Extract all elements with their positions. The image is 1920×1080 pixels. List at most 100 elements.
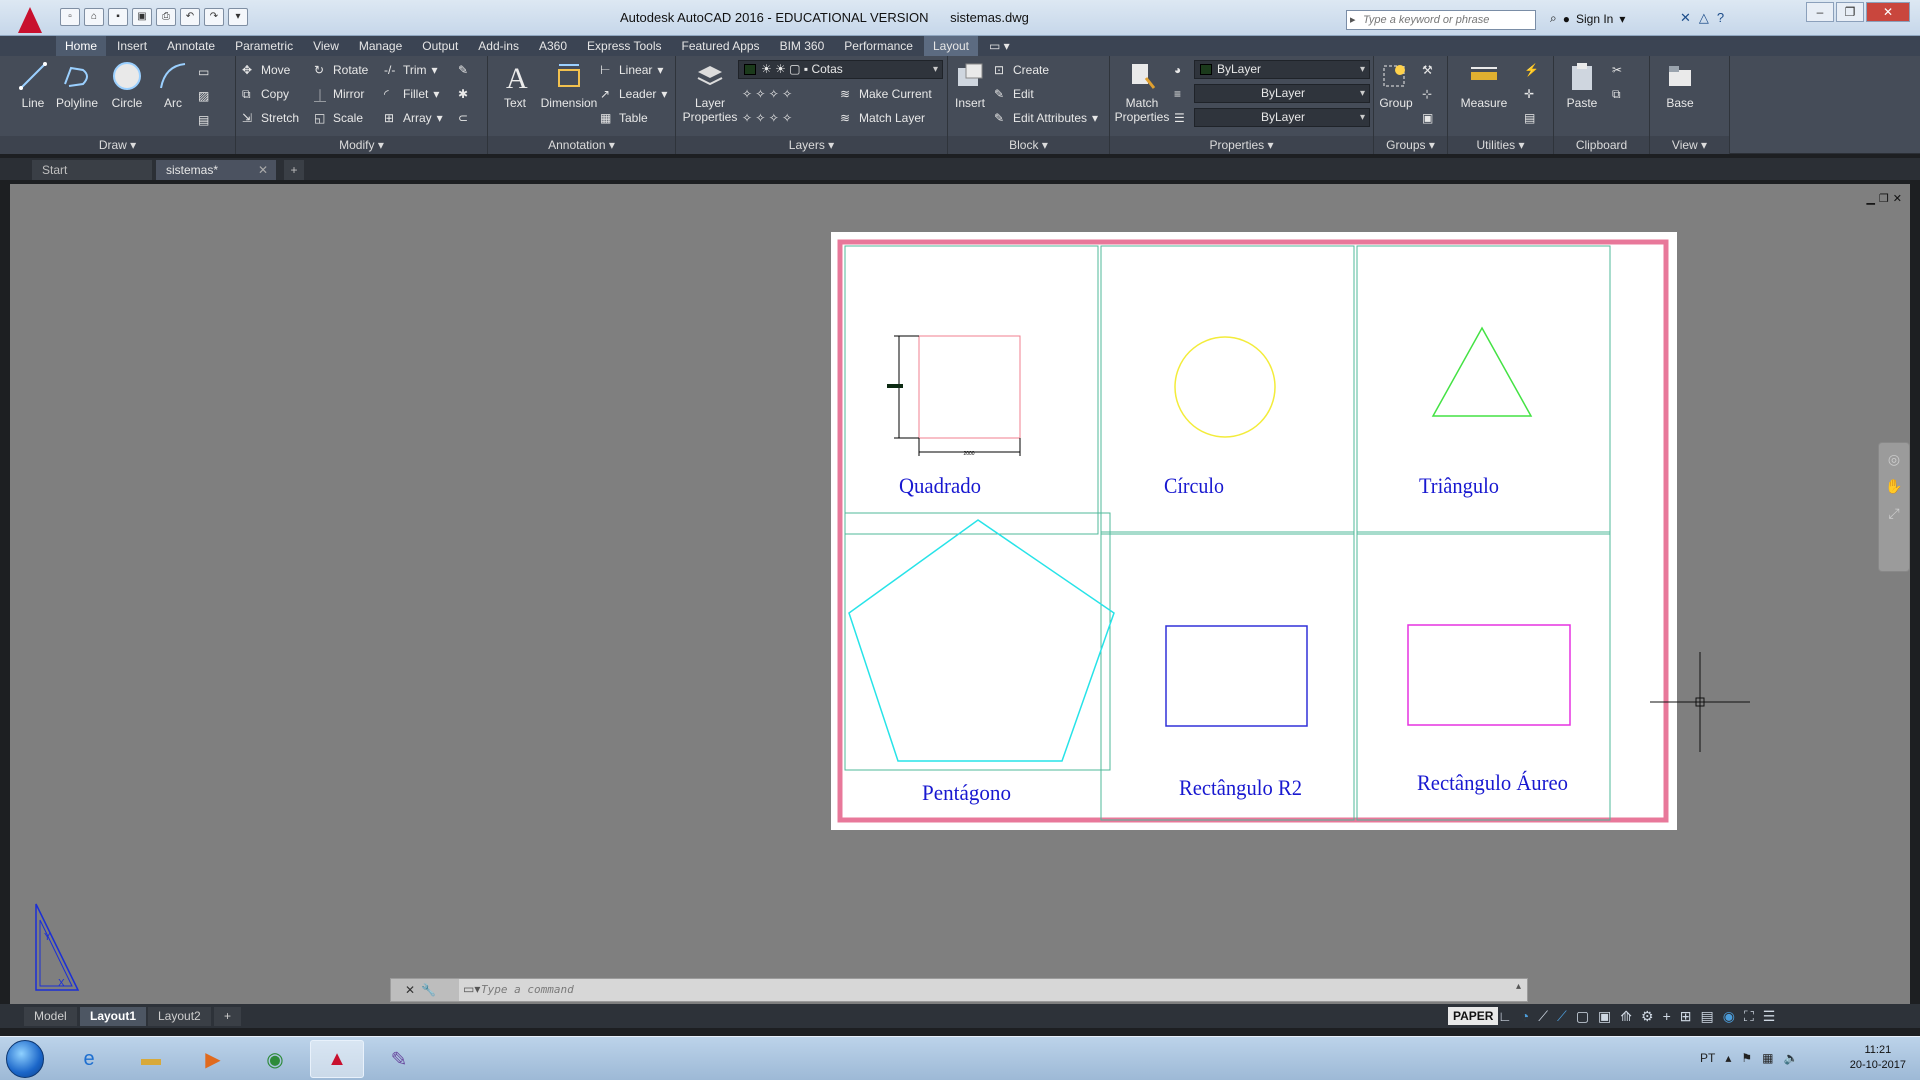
media-player-icon[interactable]: ▶: [186, 1040, 240, 1078]
table-button[interactable]: ▦ Table: [600, 108, 648, 128]
tab-parametric[interactable]: Parametric: [226, 36, 302, 56]
hardware-acceleration-icon[interactable]: ◉: [1723, 1008, 1735, 1025]
quick-properties-icon[interactable]: ▤: [1701, 1008, 1714, 1025]
command-history-icon[interactable]: ▴: [1516, 981, 1521, 992]
tab-view[interactable]: View: [304, 36, 348, 56]
group-select-tool[interactable]: ▣: [1422, 108, 1433, 128]
close-command-line-icon[interactable]: ✕: [405, 983, 415, 997]
customize-command-line-icon[interactable]: 🔧: [421, 983, 436, 997]
tab-annotate[interactable]: Annotate: [158, 36, 224, 56]
properties-panel-title[interactable]: Properties ▾: [1110, 136, 1373, 154]
clean-screen-icon[interactable]: ⛶: [1744, 1008, 1754, 1025]
save-icon[interactable]: ▪: [108, 8, 128, 26]
calculator-tool[interactable]: ▤: [1524, 108, 1535, 128]
rotate-button[interactable]: ↻ Rotate: [314, 60, 368, 80]
modify-panel-title[interactable]: Modify ▾: [236, 136, 487, 154]
customization-menu-icon[interactable]: ☰: [1763, 1008, 1776, 1025]
workspace-switch-icon[interactable]: ⚙: [1641, 1008, 1654, 1025]
mirror-button[interactable]: ⏊ Mirror: [314, 84, 364, 104]
layers-panel-title[interactable]: Layers ▾: [676, 136, 947, 154]
create-block-button[interactable]: ⊡ Create: [994, 60, 1049, 80]
edit-attributes-button[interactable]: ✎ Edit Attributes ▾: [994, 108, 1098, 128]
linetype-icon[interactable]: ≡: [1174, 84, 1181, 104]
ortho-icon[interactable]: ∟: [1498, 1008, 1512, 1025]
start-button[interactable]: [6, 1040, 44, 1078]
color-dropdown[interactable]: ByLayer: [1194, 60, 1370, 79]
viewport-close-icon[interactable]: ✕: [1893, 192, 1902, 205]
id-point-tool[interactable]: ✛: [1524, 84, 1534, 104]
offset-tool[interactable]: ⊂: [458, 108, 468, 128]
lineweight-icon[interactable]: ☰: [1174, 108, 1185, 128]
fillet-button[interactable]: ◜ Fillet ▾: [384, 84, 439, 104]
paste-button[interactable]: Paste: [1558, 60, 1606, 110]
measure-button[interactable]: Measure: [1452, 60, 1516, 110]
explode-tool[interactable]: ✱: [458, 84, 468, 104]
layer-tools-row-1[interactable]: ✧ ✧ ✧ ✧: [742, 84, 792, 104]
tab-home[interactable]: Home: [56, 36, 107, 56]
arc-button[interactable]: Arc: [146, 60, 200, 110]
lineweight-dropdown[interactable]: ByLayer: [1194, 108, 1370, 127]
isodraft-icon[interactable]: ⟋: [1557, 1008, 1567, 1025]
chevron-down-icon[interactable]: ▾: [1619, 12, 1625, 26]
rectangle-tool[interactable]: ▭: [198, 62, 209, 82]
customize-qat-icon[interactable]: ▾: [228, 8, 248, 26]
text-button[interactable]: A Text: [488, 60, 542, 110]
language-indicator[interactable]: PT: [1700, 1051, 1715, 1065]
paper-space-toggle[interactable]: PAPER: [1448, 1007, 1499, 1025]
view-panel-title[interactable]: View ▾: [1650, 136, 1729, 154]
new-layout-button[interactable]: +: [214, 1007, 242, 1026]
internet-explorer-icon[interactable]: e: [62, 1040, 116, 1078]
gradient-tool[interactable]: ▤: [198, 110, 209, 130]
file-tab-document[interactable]: sistemas* ✕: [156, 160, 276, 180]
tab-featured-apps[interactable]: Featured Apps: [673, 36, 769, 56]
show-hidden-icons-icon[interactable]: ▴: [1725, 1051, 1731, 1065]
open-icon[interactable]: ⌂: [84, 8, 104, 26]
command-input[interactable]: Type a command: [481, 979, 574, 1001]
draw-panel-title[interactable]: Draw ▾: [0, 136, 235, 154]
layout-tab-model[interactable]: Model: [24, 1007, 77, 1026]
file-explorer-icon[interactable]: ▬: [124, 1040, 178, 1078]
insert-button[interactable]: Insert: [948, 60, 992, 110]
viewport-restore-icon[interactable]: ❐: [1879, 192, 1889, 205]
search-expand-icon[interactable]: ▸: [1350, 11, 1356, 29]
clipboard-panel-title[interactable]: Clipboard: [1554, 136, 1649, 154]
steering-wheel-icon[interactable]: ◎: [1879, 451, 1909, 468]
quick-select-tool[interactable]: ⚡: [1524, 60, 1539, 80]
drawing-canvas[interactable]: ▁ ❐ ✕ 2000 Quadrado Círculo Triângulo Pe…: [10, 184, 1910, 1004]
tab-bim-360[interactable]: BIM 360: [771, 36, 834, 56]
annotation-panel-title[interactable]: Annotation ▾: [488, 136, 675, 154]
cut-tool[interactable]: ✂: [1612, 60, 1622, 80]
plot-icon[interactable]: ⎙: [156, 8, 176, 26]
linear-button[interactable]: ⊢ Linear ▾: [600, 60, 663, 80]
object-snap-icon[interactable]: ▢: [1576, 1008, 1589, 1025]
layer-tools-row-2[interactable]: ✧ ✧ ✧ ✧: [742, 108, 792, 128]
network-icon[interactable]: ▦: [1762, 1051, 1773, 1065]
chevron-down-icon[interactable]: ▾: [432, 63, 438, 77]
polar-tracking-icon[interactable]: ◔: [1521, 1008, 1529, 1025]
tab-manage[interactable]: Manage: [350, 36, 411, 56]
exchange-apps-icon[interactable]: ✕: [1680, 10, 1691, 26]
scale-button[interactable]: ◱ Scale: [314, 108, 363, 128]
tab-add-ins[interactable]: Add-ins: [469, 36, 528, 56]
array-button[interactable]: ⊞ Array ▾: [384, 108, 443, 128]
color-wheel-icon[interactable]: ◕: [1174, 60, 1181, 80]
new-icon[interactable]: ▫: [60, 8, 80, 26]
search-input[interactable]: ▸ Type a keyword or phrase: [1346, 10, 1536, 30]
erase-tool[interactable]: ✎: [458, 60, 468, 80]
block-panel-title[interactable]: Block ▾: [948, 136, 1109, 154]
volume-icon[interactable]: 🔈: [1783, 1051, 1798, 1065]
stretch-button[interactable]: ⇲ Stretch: [242, 108, 299, 128]
new-file-tab-button[interactable]: +: [284, 160, 304, 180]
chrome-icon[interactable]: ◉: [248, 1040, 302, 1078]
pan-icon[interactable]: ✋: [1879, 478, 1909, 495]
annotation-monitor-icon[interactable]: +: [1663, 1008, 1671, 1025]
ribbon-options-icon[interactable]: ▭ ▾: [980, 36, 1019, 56]
layout-tab-layout1[interactable]: Layout1: [80, 1007, 147, 1026]
file-tab-start[interactable]: Start: [32, 160, 152, 180]
linetype-dropdown[interactable]: ByLayer: [1194, 84, 1370, 103]
chevron-down-icon[interactable]: ▾: [1092, 111, 1098, 125]
autocad-taskbar-icon[interactable]: ▲: [310, 1040, 364, 1078]
chevron-down-icon[interactable]: ▾: [657, 63, 663, 77]
close-tab-icon[interactable]: ✕: [258, 160, 268, 180]
application-menu-button[interactable]: [8, 4, 52, 36]
